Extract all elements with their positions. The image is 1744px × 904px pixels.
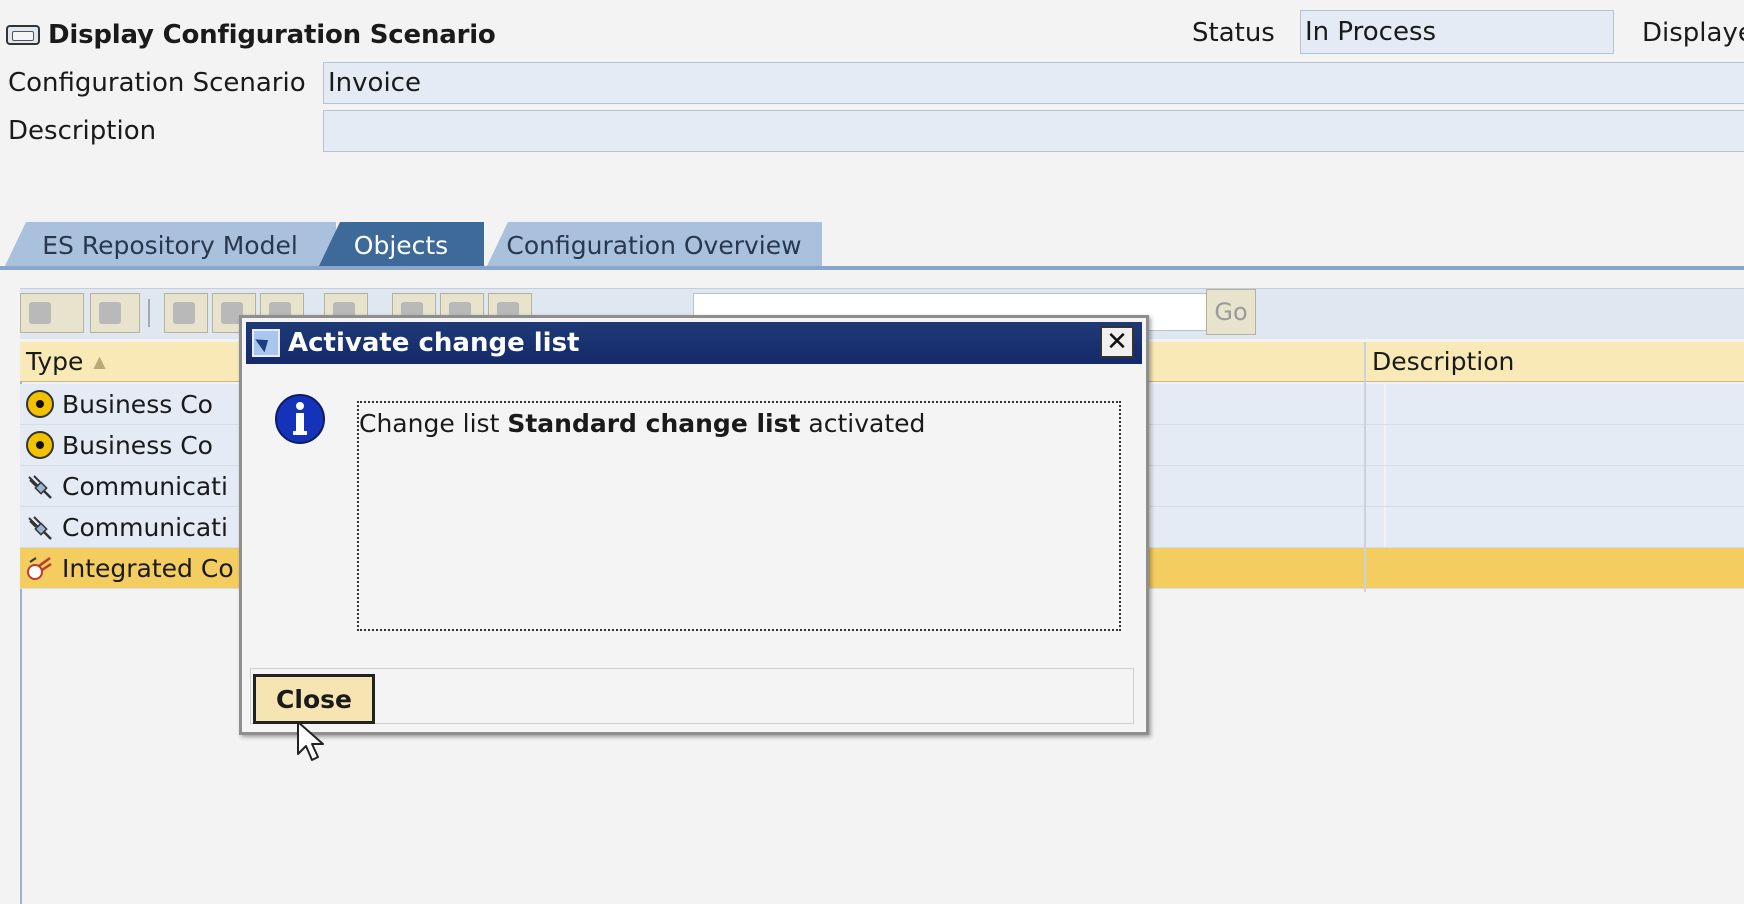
- message-text: Change list Standard change list activat…: [357, 401, 1121, 631]
- display-window-icon: [6, 25, 40, 45]
- tab-es-repository-model[interactable]: ES Repository Model: [4, 222, 336, 268]
- description-cell: [1386, 548, 1744, 588]
- message-suffix: activated: [800, 409, 926, 438]
- communication-channel-icon: [28, 475, 52, 499]
- dialog-title: Activate change list: [288, 328, 580, 358]
- dialog-footer: [250, 668, 1134, 724]
- type-cell-label: Communicati: [62, 471, 228, 501]
- description-label: Description: [8, 116, 157, 146]
- change-list-name: Standard change list: [507, 409, 801, 438]
- table-cell: [1152, 425, 1384, 465]
- close-icon[interactable]: ✕: [1100, 326, 1134, 358]
- table-cell: [1152, 384, 1384, 424]
- table-cell: [1152, 548, 1384, 588]
- page-title: Display Configuration Scenario: [48, 20, 496, 50]
- type-cell-label: Business Co: [62, 389, 213, 419]
- description-cell: [1386, 425, 1744, 465]
- new-button[interactable]: [164, 293, 208, 333]
- table-cell: [1152, 466, 1384, 506]
- go-button[interactable]: Go: [1206, 289, 1256, 335]
- type-cell: Integrated Co: [20, 548, 266, 588]
- integrated-configuration-icon: [27, 556, 52, 580]
- new-document-icon: [173, 302, 195, 324]
- tab-configuration-overview[interactable]: Configuration Overview: [486, 222, 822, 268]
- dialog-app-icon: [252, 329, 280, 357]
- configuration-scenario-label: Configuration Scenario: [8, 68, 306, 98]
- type-cell-label: Business Co: [62, 430, 213, 460]
- description-cell: [1386, 466, 1744, 506]
- type-cell-label: Integrated Co: [62, 553, 234, 583]
- info-icon: [275, 394, 325, 444]
- table-cell: [1152, 507, 1384, 547]
- dialog-titlebar[interactable]: Activate change list ✕: [246, 322, 1142, 364]
- description-cell: [1386, 384, 1744, 424]
- status-label: Status: [1192, 18, 1275, 48]
- description-cell: [1386, 507, 1744, 547]
- business-component-icon: [26, 390, 54, 418]
- add-icon: [29, 302, 51, 324]
- page-header: Display Configuration Scenario: [6, 14, 496, 56]
- remove-object-button[interactable]: [90, 293, 140, 333]
- communication-channel-icon: [28, 516, 52, 540]
- business-component-icon: [26, 431, 54, 459]
- type-cell-label: Communicati: [62, 512, 228, 542]
- add-object-button[interactable]: [20, 293, 84, 333]
- status-field[interactable]: In Process: [1300, 10, 1614, 54]
- column-header-blank[interactable]: [1132, 342, 1364, 382]
- remove-icon: [99, 302, 121, 324]
- displayed-label: Displaye: [1642, 18, 1744, 48]
- close-button[interactable]: Close: [253, 674, 375, 724]
- toolbar-separator: [148, 299, 150, 327]
- column-divider: [1364, 342, 1366, 592]
- type-cell: Communicati: [20, 507, 266, 547]
- description-field[interactable]: [323, 110, 1744, 152]
- tab-strip-divider: [0, 266, 1744, 270]
- column-header-description[interactable]: Description: [1366, 342, 1744, 382]
- message-prefix: Change list: [359, 409, 508, 438]
- column-header-type-label: Type: [26, 347, 84, 376]
- type-cell: Business Co: [20, 384, 266, 424]
- activate-change-list-dialog: Activate change list ✕ Change list Stand…: [239, 315, 1149, 735]
- tab-objects[interactable]: Objects: [318, 222, 484, 268]
- type-cell: Business Co: [20, 425, 266, 465]
- mouse-cursor-icon: [297, 721, 324, 761]
- configuration-scenario-field[interactable]: Invoice: [323, 62, 1744, 104]
- type-cell: Communicati: [20, 466, 266, 506]
- sort-ascending-icon: ▲: [93, 352, 106, 371]
